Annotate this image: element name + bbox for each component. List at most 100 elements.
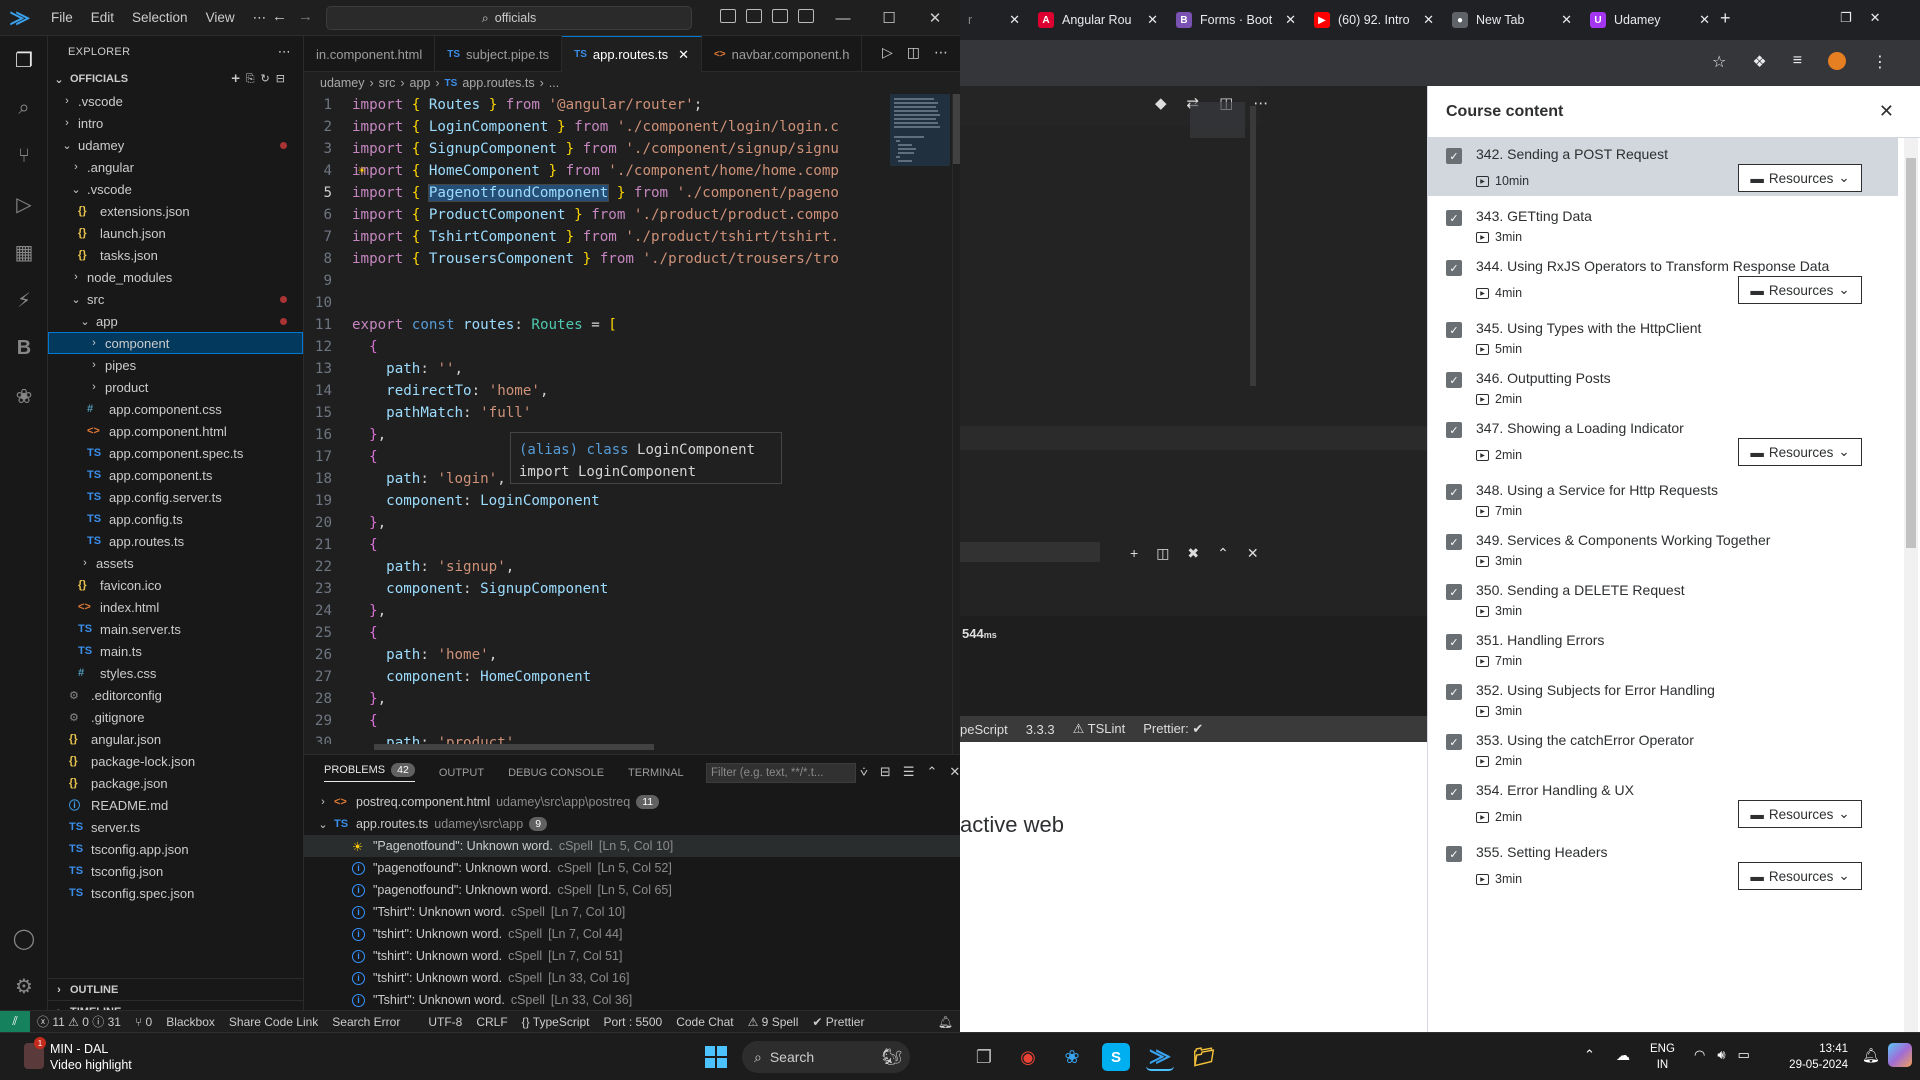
close-course-content-icon[interactable]: ✕ bbox=[1879, 101, 1894, 122]
browser-tab[interactable]: ● New Tab ✕ bbox=[1444, 4, 1582, 36]
lesson-item[interactable]: ✓ 350. Sending a DELETE Request ▶ 3min bbox=[1428, 574, 1898, 624]
lesson-checkbox[interactable]: ✓ bbox=[1446, 534, 1462, 550]
run-debug-icon[interactable]: ▷ bbox=[10, 190, 38, 218]
horizontal-scrollbar[interactable] bbox=[304, 744, 864, 752]
explorer-more-icon[interactable]: ⋯ bbox=[278, 44, 291, 60]
menu-view[interactable]: View bbox=[197, 10, 244, 25]
blackbox-icon[interactable]: B bbox=[10, 334, 38, 362]
status-item[interactable]: Blackbox bbox=[159, 1015, 222, 1029]
lesson-item[interactable]: ✓ 345. Using Types with the HttpClient ▶ 5m… bbox=[1428, 312, 1898, 362]
filter-icon[interactable]: ⩒ bbox=[860, 764, 868, 780]
folder-item[interactable]: › .vscode bbox=[48, 90, 303, 112]
close-tab-icon[interactable]: ✕ bbox=[1147, 12, 1158, 28]
extensions-icon[interactable]: ▦ bbox=[10, 238, 38, 266]
toggle-sidebar-icon[interactable] bbox=[720, 9, 736, 23]
explorer-icon[interactable]: ❐ bbox=[10, 46, 38, 74]
breadcrumb-item[interactable]: src bbox=[379, 76, 396, 90]
file-item[interactable]: # styles.css bbox=[48, 662, 303, 684]
folder-item[interactable]: ⌄ src bbox=[48, 288, 303, 310]
folder-item[interactable]: › .angular bbox=[48, 156, 303, 178]
menu-file[interactable]: File bbox=[42, 10, 82, 25]
browser-close-icon[interactable]: ✕ bbox=[1870, 10, 1881, 26]
file-item[interactable]: TS main.server.ts bbox=[48, 618, 303, 640]
file-item[interactable]: TS app.routes.ts bbox=[48, 530, 303, 552]
settings-gear-icon[interactable]: ⚙ bbox=[10, 972, 38, 1000]
problem-item[interactable]: ☀ "Pagenotfound": Unknown word. cSpell [Ln … bbox=[304, 835, 960, 857]
system-tray[interactable]: ◠ 🔊︎ ▭ bbox=[1694, 1047, 1750, 1063]
language-indicator[interactable]: ENG IN bbox=[1650, 1041, 1675, 1073]
notifications-bell-icon[interactable]: 🔔︎ bbox=[931, 1015, 960, 1029]
file-item[interactable]: TS main.ts bbox=[48, 640, 303, 662]
outline-section[interactable]: › OUTLINE bbox=[48, 978, 304, 1000]
problem-item[interactable]: i "pagenotfound": Unknown word. cSpell [Ln … bbox=[304, 857, 960, 879]
browser-tab-partial[interactable]: r ✕ bbox=[960, 4, 1030, 36]
status-item[interactable]: {} TypeScript bbox=[515, 1015, 597, 1029]
view-as-list-icon[interactable]: ☰ bbox=[903, 764, 915, 780]
resources-dropdown-button[interactable]: ▬ Resources ⌄ bbox=[1738, 438, 1862, 466]
close-tab-icon[interactable]: ✕ bbox=[1423, 12, 1434, 28]
notification-bell-icon[interactable]: 🔔︎ bbox=[1862, 1047, 1880, 1064]
folder-item[interactable]: ⌄ .vscode bbox=[48, 178, 303, 200]
problem-item[interactable]: i "Tshirt": Unknown word. cSpell [Ln 33, Co… bbox=[304, 989, 960, 1011]
editor-tab[interactable]: TS app.routes.ts ✕ bbox=[562, 36, 702, 72]
folder-item[interactable]: › component bbox=[48, 332, 303, 354]
onedrive-icon[interactable]: ☁ bbox=[1616, 1047, 1630, 1064]
file-item[interactable]: {} package-lock.json bbox=[48, 750, 303, 772]
close-panel-icon[interactable]: ✕ bbox=[949, 764, 960, 780]
tab-problems[interactable]: PROBLEMS 42 bbox=[324, 763, 415, 782]
lesson-checkbox[interactable]: ✓ bbox=[1446, 322, 1462, 338]
editor-tab[interactable]: TS subject.pipe.ts bbox=[435, 36, 563, 72]
command-center-search[interactable]: ⌕ officials bbox=[326, 6, 692, 30]
show-hidden-icons[interactable]: ⌃ bbox=[1584, 1047, 1595, 1063]
editor-tab[interactable]: <> navbar.component.h bbox=[702, 36, 863, 72]
file-item[interactable]: ⓘ README.md bbox=[48, 794, 303, 816]
lightbulb-icon[interactable]: ☀ bbox=[352, 839, 365, 854]
copilot-tray-icon[interactable] bbox=[1888, 1043, 1912, 1067]
breadcrumb-item[interactable]: ... bbox=[549, 76, 559, 90]
video-player[interactable]: ◆ ⇄ ◫ ⋯ + ◫ ✖ ⌃ ✕ 544ms peScript 3.3.3 ⚠… bbox=[960, 86, 1427, 742]
run-icon[interactable]: ▷ bbox=[882, 44, 893, 61]
lesson-checkbox[interactable]: ✓ bbox=[1446, 584, 1462, 600]
status-item[interactable]: UTF-8 bbox=[421, 1015, 469, 1029]
close-tab-icon[interactable]: ✕ bbox=[678, 47, 689, 63]
close-tab-icon[interactable]: ✕ bbox=[1561, 12, 1572, 28]
close-tab-icon[interactable]: ✕ bbox=[1285, 12, 1296, 28]
status-item[interactable]: Port : 5500 bbox=[597, 1015, 670, 1029]
maximize-panel-icon[interactable]: ⌃ bbox=[926, 764, 937, 780]
status-item[interactable]: Search Error bbox=[325, 1015, 407, 1029]
nav-back-icon[interactable]: ← bbox=[272, 8, 287, 25]
lesson-checkbox[interactable]: ✓ bbox=[1446, 260, 1462, 276]
lesson-item[interactable]: ✓ 342. Sending a POST Request ▶ 10min ▬ Resou… bbox=[1428, 138, 1898, 196]
problems-status[interactable]: ⓧ 11 ⚠ 0 ⓘ 31 bbox=[30, 1013, 128, 1030]
file-item[interactable]: <> app.component.html bbox=[48, 420, 303, 442]
status-item[interactable]: ⚠ 9 Spell bbox=[741, 1015, 806, 1029]
lesson-checkbox[interactable]: ✓ bbox=[1446, 684, 1462, 700]
lesson-item[interactable]: ✓ 349. Services & Components Working Toge… bbox=[1428, 524, 1898, 574]
file-item[interactable]: TS app.component.ts bbox=[48, 464, 303, 486]
workspace-root[interactable]: ⌄ OFFICIALS ➕︎⎘↻⊟ bbox=[48, 68, 303, 90]
problem-item[interactable]: i "Tshirt": Unknown word. cSpell [Ln 7, Col… bbox=[304, 901, 960, 923]
lesson-checkbox[interactable]: ✓ bbox=[1446, 210, 1462, 226]
file-item[interactable]: TS app.config.ts bbox=[48, 508, 303, 530]
status-item[interactable]: Share Code Link bbox=[222, 1015, 325, 1029]
lesson-item[interactable]: ✓ 355. Setting Headers ▶ 3min ▬ Resources ⌄ bbox=[1428, 836, 1898, 894]
nav-forward-icon[interactable]: → bbox=[298, 8, 313, 25]
browser-tab[interactable]: A Angular Rou ✕ bbox=[1030, 4, 1168, 36]
lightbulb-icon[interactable]: ☀ bbox=[358, 164, 366, 179]
resources-dropdown-button[interactable]: ▬ Resources ⌄ bbox=[1738, 164, 1862, 192]
menu-selection[interactable]: Selection bbox=[123, 10, 197, 25]
thunder-icon[interactable]: ⚡ bbox=[10, 286, 38, 314]
status-item[interactable]: ✔ Prettier bbox=[805, 1015, 871, 1029]
breadcrumb-item[interactable]: udamey bbox=[320, 76, 364, 90]
lesson-item[interactable]: ✓ 347. Showing a Loading Indicator ▶ 2min ▬ R… bbox=[1428, 412, 1898, 470]
problem-file-group[interactable]: ⌄ TS app.routes.ts udamey\src\app 9 bbox=[304, 813, 960, 835]
accounts-icon[interactable]: ◯ bbox=[10, 924, 38, 952]
toggle-secondary-sidebar-icon[interactable] bbox=[772, 9, 788, 23]
file-item[interactable]: TS app.config.server.ts bbox=[48, 486, 303, 508]
lesson-checkbox[interactable]: ✓ bbox=[1446, 372, 1462, 388]
collapse-all-icon[interactable]: ⊟ bbox=[880, 764, 891, 780]
folder-item[interactable]: › assets bbox=[48, 552, 303, 574]
lesson-item[interactable]: ✓ 354. Error Handling & UX ▶ 2min ▬ Resources… bbox=[1428, 774, 1898, 832]
lesson-item[interactable]: ✓ 352. Using Subjects for Error Handling ▶… bbox=[1428, 674, 1898, 724]
lesson-checkbox[interactable]: ✓ bbox=[1446, 784, 1462, 800]
